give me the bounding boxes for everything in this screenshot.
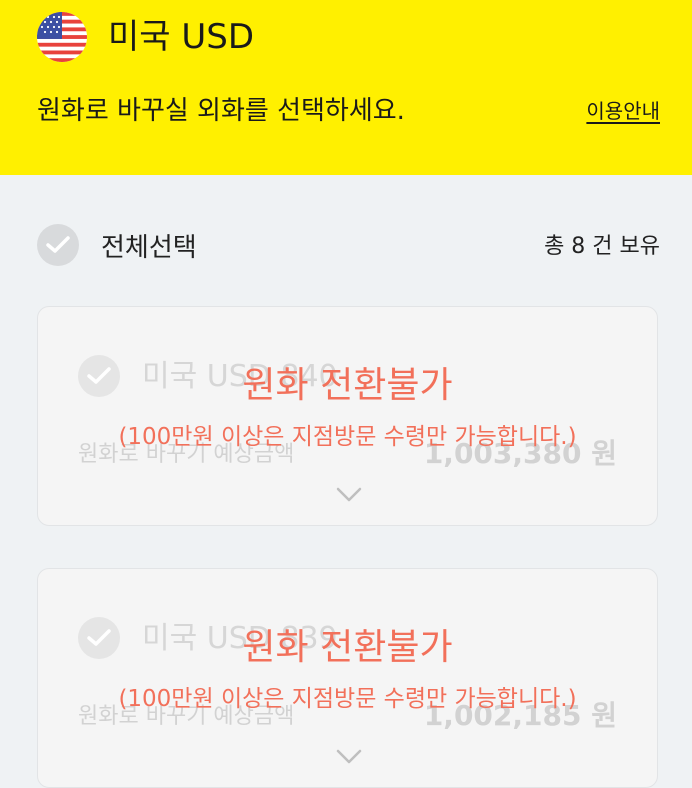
instruction-text: 원화로 바꾸실 외화를 선택하세요. <box>37 96 405 126</box>
us-flag-icon <box>37 12 87 62</box>
currency-header: 미국 USD 원화로 바꾸실 외화를 선택하세요. 이용안내 <box>0 0 692 175</box>
currency-card[interactable]: 미국 USD 839 원화로 바꾸기 예상금액 1,002,185 원 원화 전… <box>37 568 658 788</box>
conversion-unavailable-note: (100만원 이상은 지점방문 수령만 가능합니다.) <box>118 686 577 712</box>
chevron-down-icon[interactable] <box>336 749 362 765</box>
select-all-label: 전체선택 <box>101 232 197 263</box>
conversion-unavailable-title: 원화 전환불가 <box>242 365 453 406</box>
conversion-unavailable-title: 원화 전환불가 <box>242 627 453 668</box>
currency-title: 미국 USD <box>108 17 255 57</box>
currency-card[interactable]: 미국 USD 840 원화로 바꾸기 예상금액 1,003,380 원 원화 전… <box>37 306 658 526</box>
conversion-unavailable-note: (100만원 이상은 지점방문 수령만 가능합니다.) <box>118 424 577 450</box>
holding-count: 총 8 건 보유 <box>544 234 660 259</box>
chevron-down-icon[interactable] <box>336 487 362 503</box>
usage-guide-link[interactable]: 이용안내 <box>586 96 660 126</box>
check-icon[interactable] <box>37 224 79 266</box>
select-all-toggle[interactable]: 전체선택 <box>37 224 197 266</box>
